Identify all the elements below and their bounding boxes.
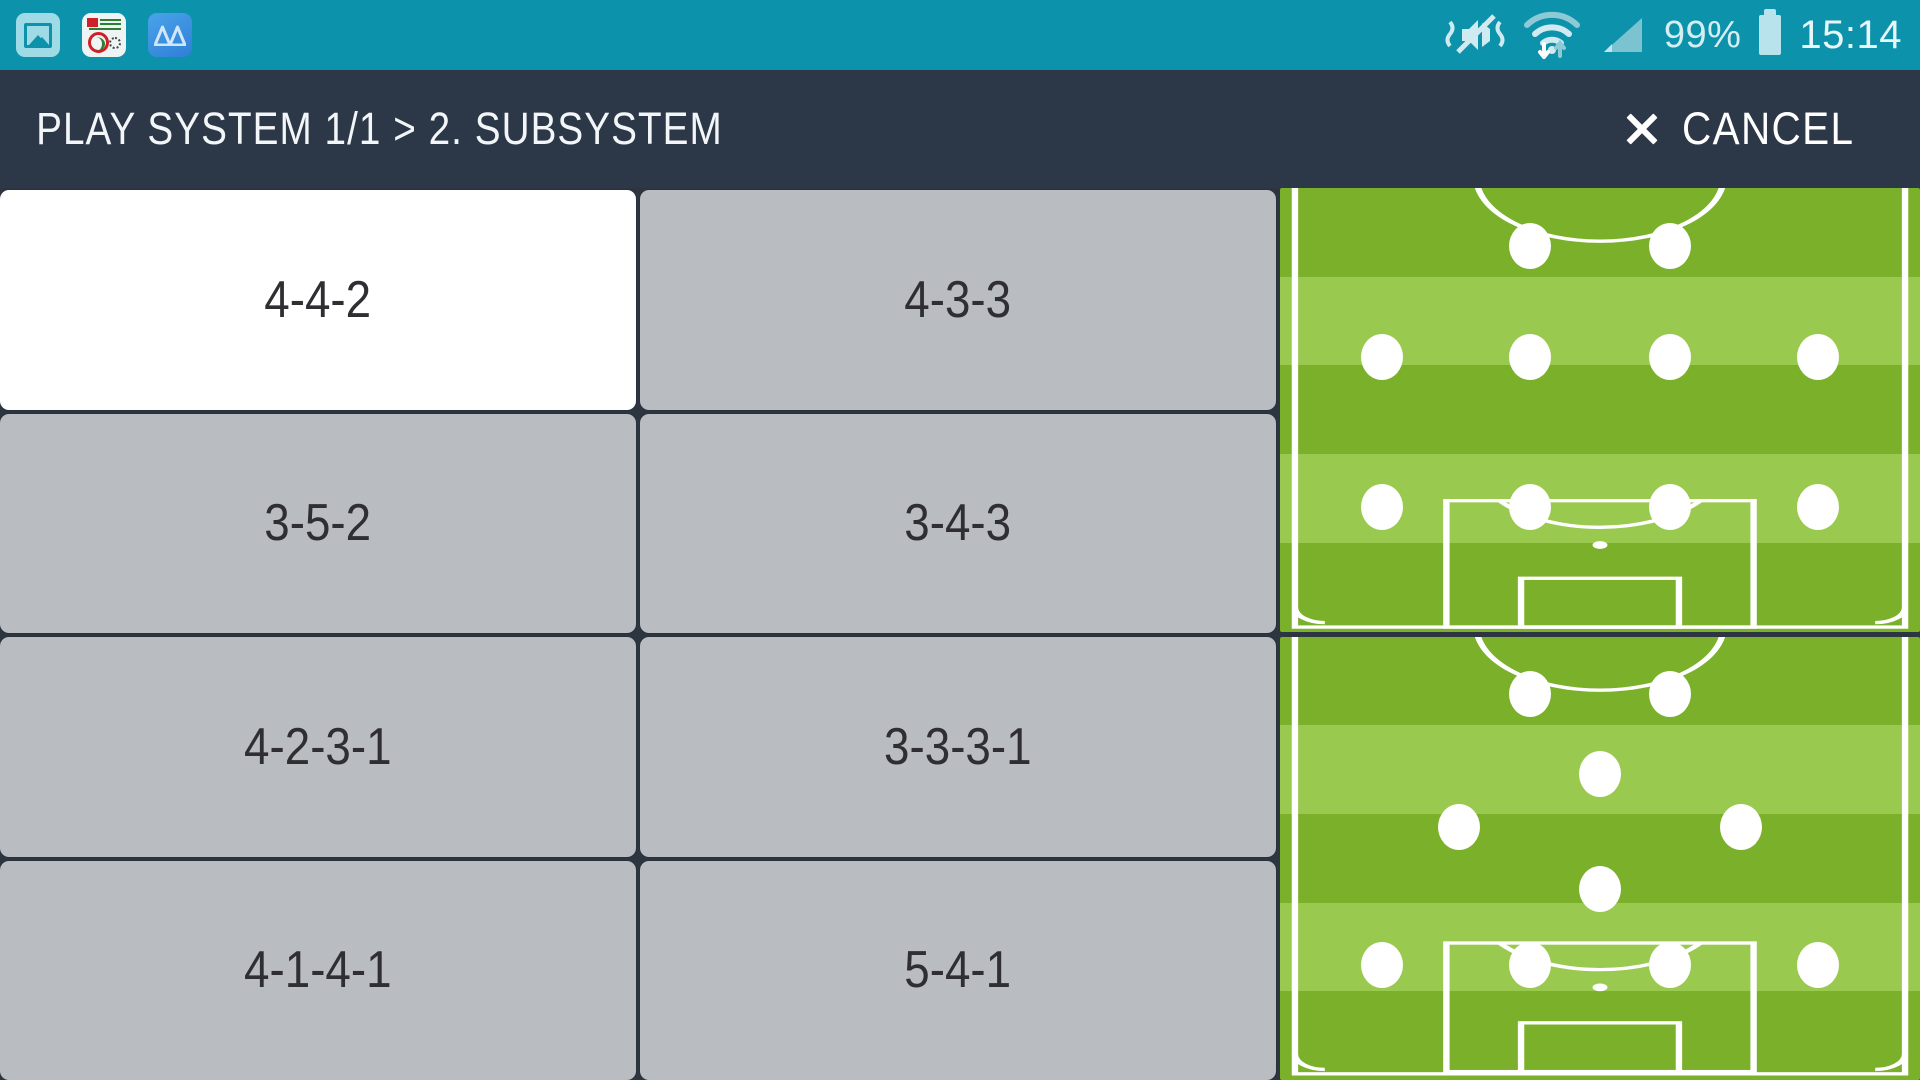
player-marker xyxy=(1508,671,1551,718)
coach-app-icon-line xyxy=(100,23,121,25)
coach-app-icon-dots xyxy=(109,37,121,49)
formation-label: 4-4-2 xyxy=(264,270,372,329)
wifi-icon xyxy=(1523,11,1580,59)
content-area: 4-4-2 4-3-3 3-5-2 3-4-3 4-2-3-1 3-3-3-1 … xyxy=(0,188,1920,1080)
status-bar-indicators: 99% 15:14 xyxy=(1444,9,1920,59)
formation-label: 3-3-3-1 xyxy=(884,717,1032,776)
page-title: PLAY SYSTEM 1/1 > 2. SUBSYSTEM xyxy=(36,103,723,154)
player-marker xyxy=(1508,333,1551,380)
close-x-icon xyxy=(1624,111,1660,147)
player-marker xyxy=(1579,750,1621,797)
player-marker xyxy=(1649,222,1692,269)
formation-label: 3-5-2 xyxy=(264,494,372,553)
formation-cell-4-2-3-1[interactable]: 4-2-3-1 xyxy=(0,637,636,857)
formation-label: 4-3-3 xyxy=(904,270,1012,329)
status-bar: 99% 15:14 xyxy=(0,0,1920,70)
player-marker xyxy=(1361,333,1404,380)
pitch-markings xyxy=(1280,188,1920,632)
coach-app-icon-line xyxy=(100,19,121,21)
player-marker xyxy=(1649,484,1692,531)
formation-cell-4-3-3[interactable]: 4-3-3 xyxy=(640,190,1276,410)
player-marker xyxy=(1796,484,1839,531)
clock-label: 15:14 xyxy=(1799,12,1902,57)
player-marker xyxy=(1649,941,1692,988)
formation-cell-3-5-2[interactable]: 3-5-2 xyxy=(0,413,636,633)
player-marker xyxy=(1649,671,1692,718)
coach-app-icon-line xyxy=(89,28,121,30)
formation-label: 4-2-3-1 xyxy=(244,717,392,776)
coach-app-icon-header xyxy=(87,18,121,31)
player-marker xyxy=(1438,804,1481,851)
formation-cell-3-4-3[interactable]: 3-4-3 xyxy=(640,413,1276,633)
formation-grid: 4-4-2 4-3-3 3-5-2 3-4-3 4-2-3-1 3-3-3-1 … xyxy=(0,188,1278,1080)
formation-label: 5-4-1 xyxy=(904,941,1012,1000)
battery-full-icon xyxy=(1759,9,1782,55)
formation-preview-top[interactable] xyxy=(1280,188,1920,632)
coach-app-icon[interactable] xyxy=(82,13,126,57)
formation-cell-4-1-4-1[interactable]: 4-1-4-1 xyxy=(0,860,636,1080)
formation-preview-bottom[interactable] xyxy=(1280,636,1920,1080)
coach-app-icon-ball xyxy=(88,32,109,53)
player-marker xyxy=(1508,484,1551,531)
gallery-icon[interactable] xyxy=(16,13,60,57)
formation-cell-5-4-1[interactable]: 5-4-1 xyxy=(640,860,1276,1080)
cellular-signal-icon xyxy=(1598,14,1646,56)
formation-label: 3-4-3 xyxy=(904,494,1012,553)
formation-cell-4-4-2[interactable]: 4-4-2 xyxy=(0,190,636,410)
vibrate-mute-icon xyxy=(1444,12,1506,58)
player-marker xyxy=(1508,941,1551,988)
player-marker xyxy=(1796,941,1839,988)
title-bar: PLAY SYSTEM 1/1 > 2. SUBSYSTEM CANCEL xyxy=(0,70,1920,188)
player-marker xyxy=(1579,866,1621,913)
player-marker xyxy=(1361,484,1404,531)
coach-app-icon-red-square xyxy=(87,18,98,27)
status-bar-app-icons xyxy=(0,13,192,57)
player-marker xyxy=(1508,222,1551,269)
cancel-button-label: CANCEL xyxy=(1682,103,1855,154)
peaks-app-icon-glyph xyxy=(154,25,186,46)
pitch-preview-panel xyxy=(1280,188,1920,1080)
peaks-app-icon[interactable] xyxy=(148,13,192,57)
battery-percent-label: 99% xyxy=(1663,13,1742,56)
player-marker xyxy=(1649,333,1692,380)
player-marker xyxy=(1719,804,1762,851)
player-marker xyxy=(1361,941,1404,988)
cancel-button[interactable]: CANCEL xyxy=(1624,103,1874,155)
pitch-markings xyxy=(1280,636,1920,1080)
formation-label: 4-1-4-1 xyxy=(244,941,392,1000)
gallery-icon-frame xyxy=(24,22,52,48)
player-marker xyxy=(1796,333,1839,380)
formation-cell-3-3-3-1[interactable]: 3-3-3-1 xyxy=(640,637,1276,857)
